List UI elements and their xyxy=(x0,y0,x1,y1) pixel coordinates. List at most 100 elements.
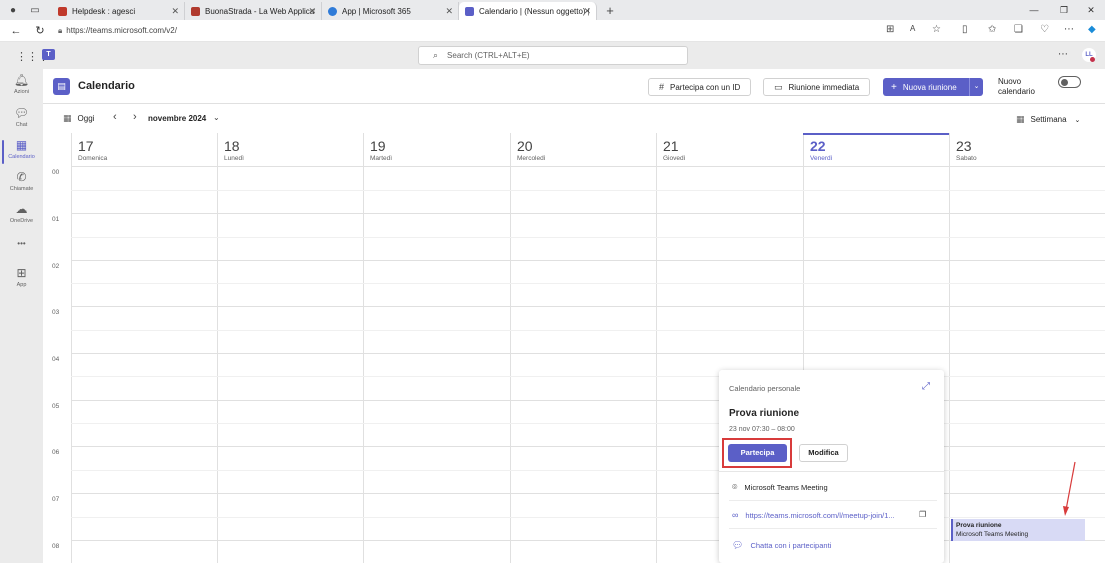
rail-item-azioni[interactable]: 🔔︎ Azioni xyxy=(0,73,43,95)
chat-participants-link[interactable]: Chatta con i partecipanti xyxy=(750,541,831,550)
new-calendar-line2: calendario xyxy=(998,87,1035,96)
read-aloud-icon[interactable]: A xyxy=(910,24,915,33)
previous-week-icon[interactable]: ‹ xyxy=(113,111,117,123)
split-screen-icon[interactable]: ▯ xyxy=(962,24,968,35)
month-selector[interactable]: novembre 2024 xyxy=(148,114,206,123)
divider xyxy=(729,500,937,501)
copilot-icon[interactable]: ◆ xyxy=(1088,24,1096,35)
new-tab-icon[interactable]: + xyxy=(601,1,619,19)
browser-tab-active[interactable]: Calendario | (Nessun oggetto) | M ✕ xyxy=(459,2,597,20)
rail-label: OneDrive xyxy=(9,218,34,224)
rail-item-calendario[interactable]: ▦ Calendario xyxy=(0,138,43,164)
hour-line xyxy=(71,260,1105,261)
join-with-id-label: Partecipa con un ID xyxy=(670,82,741,92)
refresh-icon[interactable]: ↻ xyxy=(30,24,50,37)
search-input[interactable]: ⌕ Search (CTRL+ALT+E) xyxy=(418,46,688,65)
chat-participants-row[interactable]: 💬︎ Chatta con i partecipanti xyxy=(732,540,831,551)
day-header-wed[interactable]: 20 Mercoledì xyxy=(510,133,656,167)
favorite-icon[interactable]: ☆ xyxy=(932,24,941,35)
location-text: Microsoft Teams Meeting xyxy=(744,483,828,492)
join-button[interactable]: Partecipa xyxy=(728,444,787,462)
day-number: 22 xyxy=(810,138,826,154)
hour-line xyxy=(71,446,1105,447)
close-tab-icon[interactable]: ✕ xyxy=(171,6,179,17)
expand-icon[interactable]: ⤢ xyxy=(922,381,930,392)
browser-tab[interactable]: BuonaStrada - La Web Application ✕ xyxy=(185,2,322,20)
tab-title: App | Microsoft 365 xyxy=(342,6,411,16)
lock-icon[interactable]: 🔒︎ xyxy=(58,26,62,36)
browser-essentials-icon[interactable]: ♡ xyxy=(1040,24,1049,35)
day-header-thu[interactable]: 21 Giovedì xyxy=(656,133,803,167)
search-icon: ⌕ xyxy=(433,50,439,60)
favorites-icon[interactable]: ✩ xyxy=(988,24,996,35)
teams-top-bar: ⋮⋮⋮ T ⌕ Search (CTRL+ALT+E) ⋯ LL xyxy=(0,42,1105,69)
day-header-mon[interactable]: 18 Lunedì xyxy=(217,133,363,167)
restore-icon[interactable]: ❐ xyxy=(1050,0,1078,20)
profile-icon[interactable]: ● xyxy=(4,1,22,19)
hour-label: 07 xyxy=(52,496,60,503)
meet-now-button[interactable]: ▭ Riunione immediata xyxy=(763,78,871,96)
half-hour-line xyxy=(71,376,1105,377)
url-field[interactable]: https://teams.microsoft.com/v2/ xyxy=(66,26,177,35)
buonastrada-favicon-icon xyxy=(191,6,200,16)
collections-icon[interactable]: ❏ xyxy=(1014,24,1023,35)
close-tab-icon[interactable]: ✕ xyxy=(583,6,591,17)
half-hour-line xyxy=(71,517,1105,518)
next-week-icon[interactable]: › xyxy=(133,111,137,123)
browser-menu-icon[interactable]: ⋯ xyxy=(1064,24,1074,35)
chevron-down-icon[interactable]: ⌄ xyxy=(213,113,220,122)
apps-icon: ⊞ xyxy=(16,266,27,280)
half-hour-line xyxy=(71,190,1105,191)
close-tab-icon[interactable]: ✕ xyxy=(445,6,453,17)
new-meeting-dropdown-icon[interactable]: ⌄ xyxy=(969,78,983,96)
meeting-link-row[interactable]: ∞ https://teams.microsoft.com/l/meetup-j… xyxy=(732,510,895,520)
more-options-icon[interactable]: ⋯ xyxy=(1058,49,1068,60)
rail-item-app[interactable]: ⊞ App xyxy=(0,266,43,288)
day-header-sat[interactable]: 23 Sabato xyxy=(949,133,1105,167)
day-name: Martedì xyxy=(370,155,393,162)
today-label: Oggi xyxy=(77,114,95,123)
day-header-tue[interactable]: 19 Martedì xyxy=(363,133,510,167)
day-name: Mercoledì xyxy=(517,155,546,162)
hour-label: 01 xyxy=(52,216,60,223)
tab-actions-icon[interactable]: ▭ xyxy=(26,1,44,19)
half-hour-line xyxy=(71,423,1105,424)
calendar-event[interactable]: Prova riunione Microsoft Teams Meeting xyxy=(951,519,1085,541)
app-available-icon[interactable]: ⊞ xyxy=(886,24,894,35)
day-header-sun[interactable]: 17 Domenica xyxy=(71,133,218,167)
join-with-id-button[interactable]: # Partecipa con un ID xyxy=(648,78,752,96)
time-gutter xyxy=(43,167,71,563)
popup-title: Prova riunione xyxy=(729,408,800,419)
rail-item-chiamate[interactable]: ✆ Chiamate xyxy=(0,170,43,192)
meeting-link[interactable]: https://teams.microsoft.com/l/meetup-joi… xyxy=(745,511,894,520)
close-tab-icon[interactable]: ✕ xyxy=(308,6,316,17)
helpdesk-favicon-icon xyxy=(58,6,67,16)
half-hour-line xyxy=(71,330,1105,331)
event-title: Prova riunione xyxy=(956,522,1002,529)
tab-title: Helpdesk : agesci xyxy=(72,6,136,16)
today-button[interactable]: ▦ Oggi xyxy=(63,113,94,124)
edit-button[interactable]: Modifica xyxy=(799,444,848,462)
window-close-icon[interactable]: ✕ xyxy=(1077,0,1105,20)
calendar-icon: ▦ xyxy=(15,138,28,152)
new-calendar-toggle[interactable] xyxy=(1058,76,1081,88)
day-name: Venerdì xyxy=(810,155,833,162)
hour-line xyxy=(71,540,1105,541)
browser-tab[interactable]: App | Microsoft 365 ✕ xyxy=(322,2,459,20)
rail-item-more[interactable]: ••• xyxy=(0,237,43,251)
browser-tab[interactable]: Helpdesk : agesci ✕ xyxy=(52,2,185,20)
copy-icon[interactable]: ❐ xyxy=(919,510,926,519)
tab-title: BuonaStrada - La Web Application xyxy=(205,6,315,16)
new-meeting-button[interactable]: + Nuova riunione xyxy=(883,78,969,96)
back-icon[interactable]: ← xyxy=(6,25,26,37)
rail-item-chat[interactable]: 💬︎ Chat xyxy=(0,106,43,128)
rail-item-onedrive[interactable]: ☁ OneDrive xyxy=(0,202,43,224)
teams-logo-icon: T xyxy=(42,49,55,60)
minimize-icon[interactable]: — xyxy=(1020,0,1048,20)
view-selector[interactable]: ▦ Settimana ⌄ xyxy=(1016,114,1080,125)
m365-favicon-icon xyxy=(328,6,337,16)
day-header-fri[interactable]: 22 Venerdì xyxy=(803,133,950,167)
calendar-header: ▤ Calendario # Partecipa con un ID ▭ Riu… xyxy=(43,69,1105,104)
day-number: 21 xyxy=(663,138,679,154)
day-column-divider xyxy=(510,167,511,563)
